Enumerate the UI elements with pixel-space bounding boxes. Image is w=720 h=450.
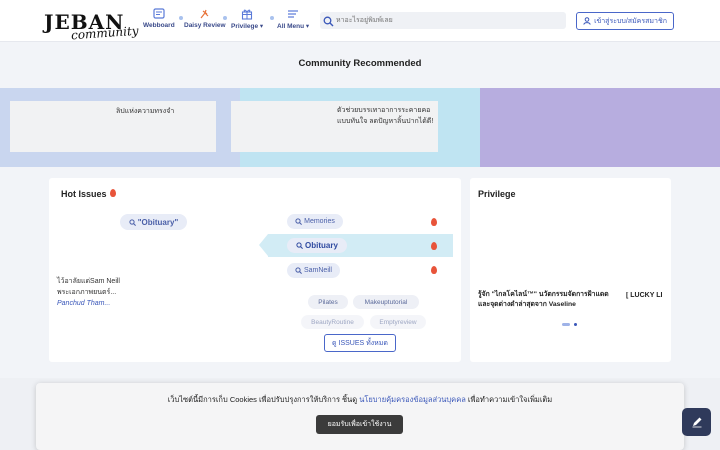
fire-icon <box>431 242 437 250</box>
nav-separator-dot <box>270 16 274 20</box>
search-icon <box>295 267 302 274</box>
privilege-title: Privilege <box>478 189 516 199</box>
view-all-issues-button[interactable]: ดู ISSUES ทั้งหมด <box>324 334 396 352</box>
nav-all-menu-label: All Menu ▾ <box>277 23 310 30</box>
nav-daisy-review-label: Daisy Review <box>184 22 226 29</box>
site-logo[interactable]: JEBAN community <box>44 8 140 48</box>
issue-rank-item[interactable]: SamNeill <box>287 263 340 278</box>
fire-icon <box>431 266 437 274</box>
search-icon <box>296 242 304 249</box>
cookie-message: เว็บไซต์นี้มีการเก็บ Cookies เพื่อปรับปร… <box>167 395 553 404</box>
nav-privilege-label: Privilege ▾ <box>231 23 264 30</box>
accept-cookies-button[interactable]: ยอมรับเพื่อเข้าใช้งาน <box>316 415 403 434</box>
issue-rank-label: Obituary <box>305 241 338 250</box>
active-row-pointer <box>259 234 268 256</box>
issue-tag[interactable]: Makeuptutorial <box>353 295 419 309</box>
privilege-item-side[interactable]: [ LUCKY LI <box>626 292 666 299</box>
post-excerpt[interactable]: ไว้อาลัยแด่Sam Neill พระเอกภาพยนตร์... <box>57 276 137 298</box>
issue-rank-item[interactable]: Obituary <box>287 238 347 253</box>
login-register-button[interactable]: เข้าสู่ระบบ/สมัครสมาชิก <box>576 12 674 30</box>
gift-icon <box>241 8 253 20</box>
privacy-policy-link[interactable]: นโยบายคุ้มครองข้อมูลส่วนบุคคล <box>359 395 466 404</box>
nav-webboard[interactable]: Webboard <box>143 8 175 29</box>
nav-webboard-label: Webboard <box>143 22 175 29</box>
nav-daisy-review[interactable]: Daisy Review <box>184 8 226 29</box>
privilege-panel <box>470 178 671 362</box>
search-icon <box>295 218 303 225</box>
user-icon <box>583 17 591 25</box>
issue-rank-item[interactable]: Memories <box>287 214 343 229</box>
privilege-item-text[interactable]: รู้จัก "ไกลโคไลน์™" นวัตกรรมจัดการฝ้าแดด… <box>478 290 620 310</box>
webboard-icon <box>153 8 165 20</box>
recommended-card[interactable]: ลิปแห่งความทรงจำ <box>10 101 216 152</box>
recommended-banner-3[interactable] <box>480 88 720 167</box>
fire-icon <box>110 189 116 197</box>
featured-issue-pill[interactable]: "Obituary" <box>120 214 187 230</box>
nav-all-menu[interactable]: All Menu ▾ <box>277 8 309 30</box>
pen-icon <box>692 417 701 428</box>
search-icon <box>129 218 136 226</box>
recommended-card-text: ตัวช่วยบรรเทาอาการระคายคอ แบบทันใจ ลดปัญ… <box>337 107 434 125</box>
daisy-review-icon <box>199 8 211 20</box>
issue-tag[interactable]: BeautyRoutine <box>301 315 364 329</box>
search-bar <box>320 12 566 29</box>
post-author[interactable]: Panchud Tham... <box>57 300 110 307</box>
login-register-label: เข้าสู่ระบบ/สมัครสมาชิก <box>594 17 667 25</box>
recommended-card[interactable]: ตัวช่วยบรรเทาอาการระคายคอ แบบทันใจ ลดปัญ… <box>231 101 438 152</box>
carousel-dot[interactable] <box>574 323 577 326</box>
hot-issues-title: Hot Issues <box>61 189 107 199</box>
issue-tag[interactable]: Pilates <box>308 295 348 309</box>
recommended-title: Community Recommended <box>298 58 422 69</box>
search-input[interactable] <box>336 12 562 29</box>
issue-tag[interactable]: Emptyreview <box>370 315 426 329</box>
featured-issue-label: "Obituary" <box>137 217 179 227</box>
top-header: JEBAN community Webboard Daisy Review Pr… <box>0 0 720 42</box>
search-icon <box>323 14 334 27</box>
cookie-consent-bar: เว็บไซต์นี้มีการเก็บ Cookies เพื่อปรับปร… <box>36 383 684 450</box>
hot-issues-panel <box>49 178 461 362</box>
write-post-button[interactable] <box>682 408 711 436</box>
recommended-card-text: ลิปแห่งความทรงจำ <box>116 108 175 115</box>
nav-separator-dot <box>223 16 227 20</box>
nav-privilege[interactable]: Privilege ▾ <box>231 8 263 30</box>
nav-separator-dot <box>179 16 183 20</box>
issue-rank-label: Memories <box>304 218 335 225</box>
carousel-dot-active[interactable] <box>562 323 570 326</box>
menu-icon <box>287 8 299 20</box>
issue-rank-label: SamNeill <box>303 267 332 274</box>
fire-icon <box>431 218 437 226</box>
